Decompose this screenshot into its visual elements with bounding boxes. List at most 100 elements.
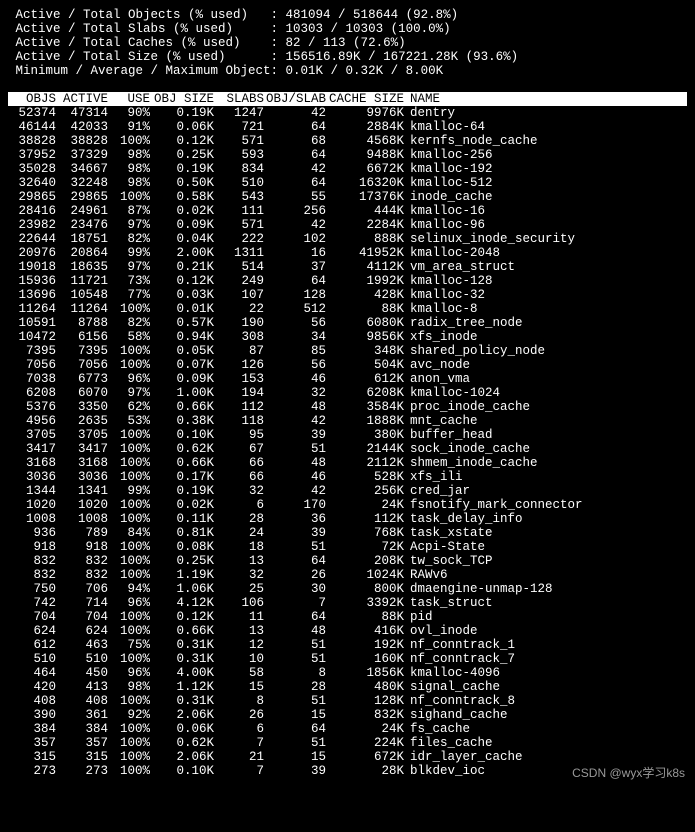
cell-cache-size: 41952K [328, 246, 406, 260]
cell-cache-size: 9976K [328, 106, 406, 120]
cell-cache-size: 6672K [328, 162, 406, 176]
cell-name: dmaengine-unmap-128 [406, 582, 687, 596]
cell-obj-slab: 7 [266, 596, 328, 610]
cell-cache-size: 256K [328, 484, 406, 498]
cell-active: 1341 [58, 484, 110, 498]
cell-slabs: 514 [216, 260, 266, 274]
cell-cache-size: 112K [328, 512, 406, 526]
cell-objs: 3036 [8, 470, 58, 484]
cell-obj-size: 0.58K [152, 190, 216, 204]
table-row: 42041398%1.12K1528480Ksignal_cache [8, 680, 687, 694]
cell-slabs: 222 [216, 232, 266, 246]
cell-slabs: 1247 [216, 106, 266, 120]
cell-active: 29865 [58, 190, 110, 204]
cell-objs: 510 [8, 652, 58, 666]
table-row: 37053705100%0.10K9539380Kbuffer_head [8, 428, 687, 442]
cell-objs: 20976 [8, 246, 58, 260]
table-header-row: OBJS ACTIVE USE OBJ SIZE SLABS OBJ/SLAB … [8, 92, 687, 106]
cell-active: 413 [58, 680, 110, 694]
cell-obj-slab: 170 [266, 498, 328, 512]
slab-table: OBJS ACTIVE USE OBJ SIZE SLABS OBJ/SLAB … [8, 92, 687, 778]
cell-obj-slab: 36 [266, 512, 328, 526]
cell-cache-size: 2284K [328, 218, 406, 232]
cell-active: 6070 [58, 386, 110, 400]
table-row: 315315100%2.06K2115672Kidr_layer_cache [8, 750, 687, 764]
cell-slabs: 13 [216, 624, 266, 638]
cell-use: 98% [110, 148, 152, 162]
cell-use: 100% [110, 190, 152, 204]
cell-slabs: 66 [216, 470, 266, 484]
cell-cache-size: 88K [328, 302, 406, 316]
summary-label: Active / Total Slabs (% used) [8, 22, 271, 36]
cell-cache-size: 2144K [328, 442, 406, 456]
cell-obj-size: 0.50K [152, 176, 216, 190]
cell-slabs: 11 [216, 610, 266, 624]
cell-obj-slab: 64 [266, 176, 328, 190]
summary-value: : 10303 / 10303 (100.0%) [271, 22, 451, 36]
cell-obj-slab: 48 [266, 400, 328, 414]
cell-name: kmalloc-192 [406, 162, 687, 176]
cell-obj-slab: 64 [266, 148, 328, 162]
cell-objs: 357 [8, 736, 58, 750]
cell-active: 18635 [58, 260, 110, 274]
cell-cache-size: 444K [328, 204, 406, 218]
cell-obj-slab: 64 [266, 610, 328, 624]
cell-obj-size: 0.19K [152, 484, 216, 498]
cell-slabs: 22 [216, 302, 266, 316]
cell-active: 408 [58, 694, 110, 708]
cell-cache-size: 6080K [328, 316, 406, 330]
table-row: 75070694%1.06K2530800Kdmaengine-unmap-12… [8, 582, 687, 596]
cell-slabs: 67 [216, 442, 266, 456]
cell-active: 8788 [58, 316, 110, 330]
cell-use: 96% [110, 666, 152, 680]
table-row: 4956263553%0.38K118421888Kmnt_cache [8, 414, 687, 428]
cell-objs: 3705 [8, 428, 58, 442]
cell-obj-slab: 51 [266, 442, 328, 456]
cell-cache-size: 224K [328, 736, 406, 750]
cell-active: 37329 [58, 148, 110, 162]
cell-use: 100% [110, 624, 152, 638]
cell-active: 18751 [58, 232, 110, 246]
cell-cache-size: 380K [328, 428, 406, 442]
cell-obj-size: 1.06K [152, 582, 216, 596]
cell-slabs: 25 [216, 582, 266, 596]
cell-cache-size: 888K [328, 232, 406, 246]
cell-use: 100% [110, 428, 152, 442]
summary-line: Active / Total Objects (% used) : 481094… [8, 8, 687, 22]
table-row: 39036192%2.06K2615832Ksighand_cache [8, 708, 687, 722]
cell-obj-size: 0.57K [152, 316, 216, 330]
table-row: 34173417100%0.62K67512144Ksock_inode_cac… [8, 442, 687, 456]
summary-line: Active / Total Size (% used) : 156516.89… [8, 50, 687, 64]
cell-obj-size: 4.12K [152, 596, 216, 610]
table-row: 510510100%0.31K1051160Knf_conntrack_7 [8, 652, 687, 666]
cell-cache-size: 24K [328, 722, 406, 736]
cell-slabs: 190 [216, 316, 266, 330]
table-row: 384384100%0.06K66424Kfs_cache [8, 722, 687, 736]
cell-obj-size: 0.31K [152, 638, 216, 652]
cell-use: 97% [110, 386, 152, 400]
header-cache-size: CACHE SIZE [328, 92, 406, 106]
cell-active: 38828 [58, 134, 110, 148]
cell-obj-slab: 42 [266, 162, 328, 176]
table-row: 46445096%4.00K5881856Kkmalloc-4096 [8, 666, 687, 680]
cell-objs: 28416 [8, 204, 58, 218]
table-row: 30363036100%0.17K6646528Kxfs_ili [8, 470, 687, 484]
cell-objs: 624 [8, 624, 58, 638]
cell-use: 100% [110, 610, 152, 624]
cell-use: 100% [110, 442, 152, 456]
cell-name: kmalloc-512 [406, 176, 687, 190]
cell-objs: 7056 [8, 358, 58, 372]
cell-obj-slab: 85 [266, 344, 328, 358]
cell-use: 53% [110, 414, 152, 428]
cell-cache-size: 192K [328, 638, 406, 652]
cell-cache-size: 2884K [328, 120, 406, 134]
cell-obj-slab: 46 [266, 470, 328, 484]
cell-cache-size: 1888K [328, 414, 406, 428]
cell-name: kmalloc-32 [406, 288, 687, 302]
cell-name: kmalloc-8 [406, 302, 687, 316]
cell-obj-size: 0.66K [152, 624, 216, 638]
cell-active: 832 [58, 568, 110, 582]
table-row: 31683168100%0.66K66482112Kshmem_inode_ca… [8, 456, 687, 470]
cell-slabs: 87 [216, 344, 266, 358]
cell-obj-size: 0.08K [152, 540, 216, 554]
